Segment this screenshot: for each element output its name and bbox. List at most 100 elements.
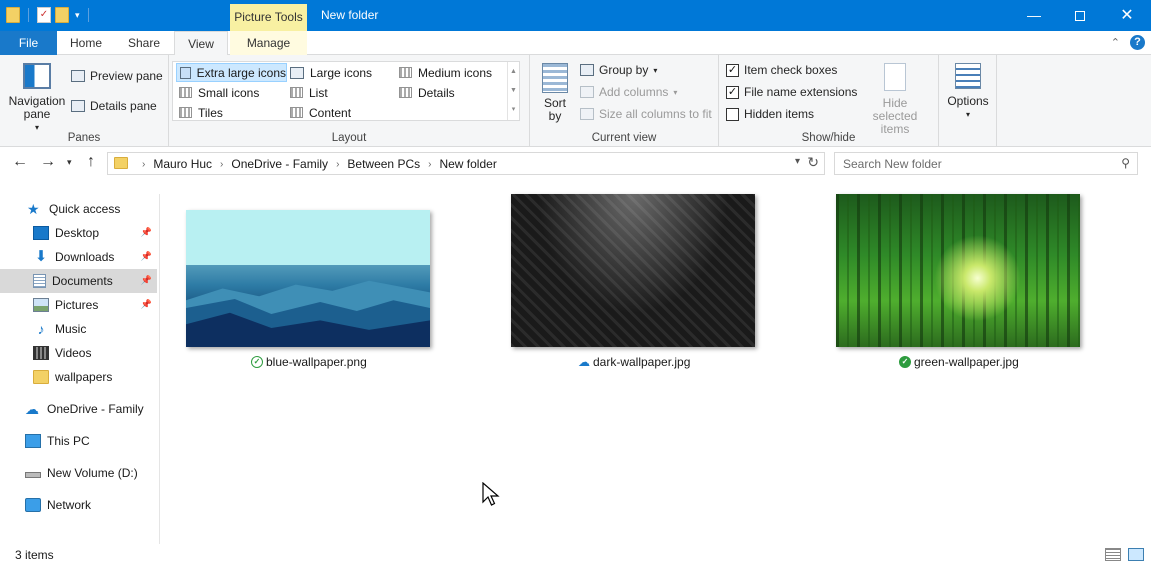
customize-toolbar-icon[interactable]: ▾ [75,10,80,21]
new-folder-icon[interactable] [55,7,69,23]
breadcrumb-item[interactable]: OneDrive - Family [231,157,328,171]
up-button[interactable]: ↑ [87,153,95,171]
panes-group: Navigation pane ▾ Preview pane Details p… [0,55,169,147]
file-thumbnail-blue-wallpaper[interactable] [186,210,430,347]
refresh-icon[interactable]: ↻ [807,154,819,171]
tab-manage[interactable]: Manage [230,31,307,55]
nav-item-wallpapers[interactable]: wallpapers [0,365,157,389]
nav-item-downloads[interactable]: ⬇ Downloads 📌 [0,245,157,269]
window-title: New folder [321,8,379,22]
file-name[interactable]: ☁ dark-wallpaper.jpg [578,355,690,369]
layout-large-icons[interactable]: Large icons [290,63,372,82]
documents-icon [33,274,46,288]
layout-gallery-scroll[interactable]: ▲ ▼ ▾ [507,62,519,120]
hide-selected-items-button[interactable]: Hide selected items [859,63,931,136]
current-view-group-label: Current view [591,132,657,144]
properties-icon[interactable]: ✓ [37,7,51,23]
nav-item-quick-access[interactable]: ★ Quick access [0,197,157,221]
sort-by-button[interactable]: Sort by [538,63,572,123]
nav-item-music[interactable]: ♪ Music [0,317,157,341]
file-name[interactable]: ✓ blue-wallpaper.png [251,355,367,369]
preview-pane-button[interactable]: Preview pane [71,69,163,83]
nav-item-pictures[interactable]: Pictures 📌 [0,293,157,317]
navigation-pane-button[interactable]: Navigation pane ▾ [6,63,68,134]
file-name-extensions-checkbox[interactable]: ✓ [726,85,739,99]
file-name-extensions-toggle[interactable]: ✓ File name extensions [726,85,857,99]
close-button[interactable]: ✕ [1104,0,1150,31]
hidden-items-checkbox[interactable] [726,107,739,121]
details-pane-button[interactable]: Details pane [71,99,157,113]
pin-icon[interactable]: 📌 [141,275,152,286]
minimize-button[interactable]: — [1011,0,1057,31]
extra-large-icons-icon [180,66,191,79]
details-icon [399,87,412,98]
search-input[interactable]: Search New folder [843,157,942,171]
size-columns-icon [580,108,594,120]
layout-medium-icons[interactable]: Medium icons [399,63,492,82]
back-button[interactable]: ← [12,153,28,171]
nav-item-documents[interactable]: Documents 📌 [0,269,157,293]
hidden-items-toggle[interactable]: Hidden items [726,107,814,121]
file-name[interactable]: ✓ green-wallpaper.jpg [899,355,1019,369]
scroll-up-icon[interactable]: ▲ [508,62,519,81]
tab-share[interactable]: Share [115,31,173,55]
recent-locations-button[interactable]: ▾ [67,157,72,168]
add-columns-button[interactable]: Add columns ▾ [580,85,677,99]
layout-details[interactable]: Details [399,83,455,102]
picture-tools-context-tab: Picture Tools [230,4,307,31]
layout-small-icons[interactable]: Small icons [179,83,259,102]
minimize-ribbon-icon[interactable]: ⌃ [1111,36,1120,49]
details-view-icon[interactable] [1105,548,1121,561]
group-by-button[interactable]: Group by ▾ [580,63,657,77]
nav-item-new-volume[interactable]: New Volume (D:) [0,461,157,485]
address-dropdown-icon[interactable]: ▾ [795,156,800,167]
folder-icon [33,370,49,384]
large-icons-view-icon[interactable] [1128,548,1144,561]
help-icon[interactable]: ? [1130,35,1145,50]
tiles-icon [179,107,192,118]
nav-item-network[interactable]: Network [0,493,157,517]
tab-file[interactable]: File [0,31,57,55]
item-check-boxes-checkbox[interactable]: ✓ [726,63,739,77]
search-box[interactable]: Search New folder ⚲ [834,152,1138,175]
pin-icon[interactable]: 📌 [141,299,152,310]
videos-icon [33,346,49,360]
address-bar[interactable]: › Mauro Huc › OneDrive - Family › Betwee… [107,152,825,175]
group-by-icon [580,64,594,76]
file-thumbnail-green-wallpaper[interactable] [836,194,1080,347]
file-thumbnail-dark-wallpaper[interactable] [511,194,755,347]
layout-extra-large-icons[interactable]: Extra large icons [176,63,287,82]
layout-content[interactable]: Content [290,103,351,122]
breadcrumb-item[interactable]: Mauro Huc [153,157,212,171]
tab-home[interactable]: Home [57,31,115,55]
maximize-button[interactable] [1057,0,1103,31]
forward-button[interactable]: → [40,153,56,171]
navigation-pane: ★ Quick access Desktop 📌 ⬇ Downloads 📌 D… [0,194,160,544]
sync-available-icon: ✓ [251,356,263,368]
nav-item-onedrive[interactable]: ☁ OneDrive - Family [0,397,157,421]
options-button[interactable]: Options ▾ [943,63,993,121]
pin-icon[interactable]: 📌 [141,251,152,262]
breadcrumb-item[interactable]: New folder [439,157,496,171]
breadcrumb-item[interactable]: Between PCs [347,157,420,171]
tab-view[interactable]: View [174,31,228,56]
nav-item-videos[interactable]: Videos [0,341,157,365]
folder-icon [114,157,128,169]
expand-gallery-icon[interactable]: ▾ [508,100,519,119]
item-check-boxes-toggle[interactable]: ✓ Item check boxes [726,63,837,77]
computer-icon [25,434,41,448]
cloud-icon: ☁ [25,401,39,417]
size-all-columns-button[interactable]: Size all columns to fit [580,107,712,121]
nav-item-this-pc[interactable]: This PC [0,429,157,453]
layout-list[interactable]: List [290,83,328,102]
layout-tiles[interactable]: Tiles [179,103,223,122]
options-group: Options ▾ [939,55,997,147]
ribbon: Navigation pane ▾ Preview pane Details p… [0,55,1151,147]
medium-icons-icon [399,67,412,78]
preview-pane-icon [71,70,85,82]
nav-item-desktop[interactable]: Desktop 📌 [0,221,157,245]
maximize-icon [1075,11,1085,22]
scroll-down-icon[interactable]: ▼ [508,81,519,100]
panes-group-label: Panes [67,132,101,144]
pin-icon[interactable]: 📌 [141,227,152,238]
